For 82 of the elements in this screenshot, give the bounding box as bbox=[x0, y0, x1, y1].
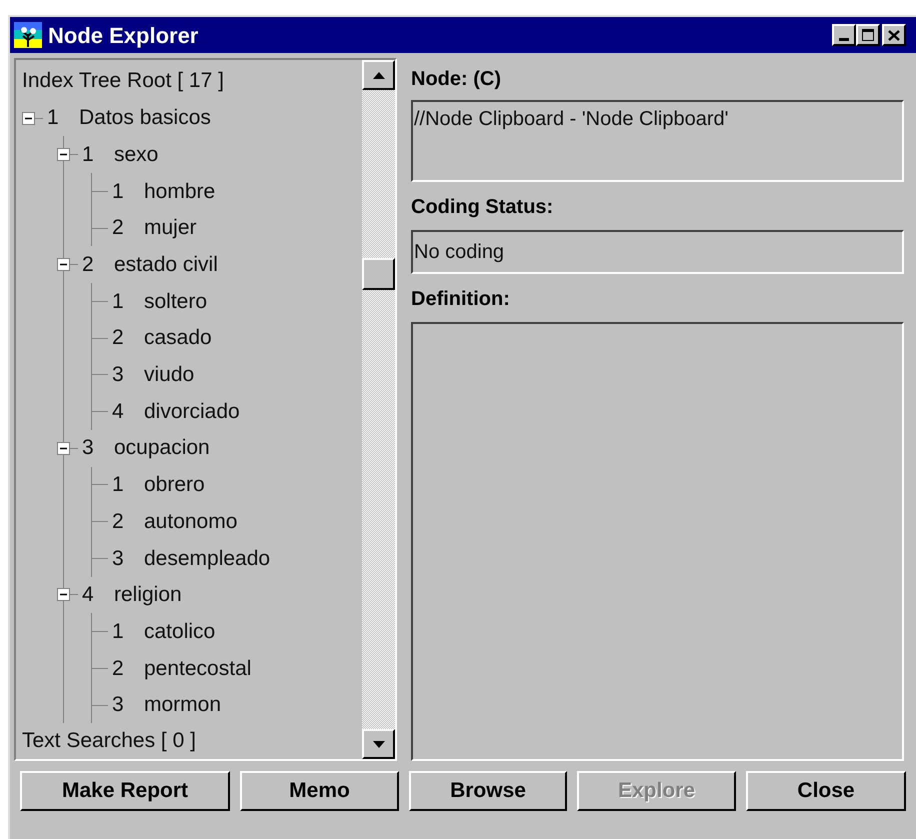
item-number: 3 bbox=[82, 435, 95, 462]
item-label: pentecostal bbox=[144, 656, 252, 682]
item-label: ocupacion bbox=[114, 435, 210, 462]
item-number: 2 bbox=[112, 656, 125, 682]
scroll-thumb[interactable] bbox=[362, 258, 395, 290]
item-label: estado civil bbox=[114, 252, 218, 278]
tree-item[interactable]: 1 soltero bbox=[92, 283, 362, 320]
item-label: obrero bbox=[144, 472, 205, 498]
tree-item[interactable]: 1 sexo bbox=[57, 136, 362, 174]
item-label: mormon bbox=[144, 692, 222, 718]
item-label: desempleado bbox=[144, 546, 270, 572]
action-button[interactable]: Close bbox=[746, 771, 906, 811]
collapse-toggle-icon[interactable] bbox=[22, 112, 35, 125]
minimize-button[interactable] bbox=[832, 24, 856, 46]
tree-item[interactable]: 3 ocupacion bbox=[57, 430, 362, 467]
item-number: 2 bbox=[112, 215, 125, 242]
item-label: divorciado bbox=[144, 398, 240, 425]
item-number: 1 bbox=[112, 178, 125, 205]
tree-item[interactable]: 3 desempleado bbox=[92, 540, 362, 577]
tree-item[interactable]: 2 autonomo bbox=[92, 503, 362, 540]
tree-item[interactable]: 1 Datos basicos bbox=[22, 100, 362, 136]
definition-field[interactable] bbox=[411, 322, 904, 761]
item-label: autonomo bbox=[144, 508, 238, 535]
window-title: Node Explorer bbox=[48, 22, 198, 50]
item-label: hombre bbox=[144, 178, 216, 205]
item-number: 1 bbox=[112, 288, 125, 315]
scrollbar[interactable] bbox=[362, 60, 395, 759]
item-number: 2 bbox=[112, 325, 125, 352]
item-label: soltero bbox=[144, 288, 208, 315]
tree-item[interactable]: 2 mujer bbox=[92, 210, 362, 246]
item-number: 4 bbox=[112, 398, 125, 425]
maximize-icon bbox=[862, 29, 874, 41]
tree-item[interactable]: 2 estado civil bbox=[57, 246, 362, 284]
close-window-button[interactable] bbox=[882, 24, 906, 46]
tree-item[interactable]: 4 religion bbox=[57, 576, 362, 614]
item-label: religion bbox=[114, 582, 182, 608]
item-number: 1 bbox=[112, 472, 125, 498]
tree-icon bbox=[14, 22, 42, 48]
item-number: 1 bbox=[112, 618, 125, 645]
node-label: Node: (C) bbox=[411, 67, 502, 92]
item-label: viudo bbox=[144, 362, 194, 388]
scroll-down-button[interactable] bbox=[362, 729, 395, 759]
node-field[interactable]: //Node Clipboard - 'Node Clipboard' bbox=[411, 100, 904, 182]
tree-root-label: Index Tree Root [ 17 ] bbox=[22, 68, 225, 94]
scroll-up-button[interactable] bbox=[362, 60, 395, 90]
action-button[interactable]: Browse bbox=[409, 771, 567, 811]
tree-item[interactable]: 4 divorciado bbox=[92, 393, 362, 430]
up-arrow-icon bbox=[372, 72, 384, 78]
collapse-toggle-icon[interactable] bbox=[57, 442, 70, 455]
item-label: sexo bbox=[114, 142, 158, 168]
definition-label: Definition: bbox=[411, 287, 511, 312]
item-number: 3 bbox=[112, 546, 125, 572]
item-number: 1 bbox=[47, 105, 60, 132]
tree-item[interactable]: 1 obrero bbox=[92, 466, 362, 504]
tree-item[interactable]: 3 viudo bbox=[92, 356, 362, 394]
tree-item[interactable]: 1 hombre bbox=[92, 173, 362, 210]
coding-status-label: Coding Status: bbox=[411, 195, 554, 220]
close-icon bbox=[888, 30, 900, 40]
collapse-toggle-icon[interactable] bbox=[57, 148, 70, 162]
item-number: 2 bbox=[112, 508, 125, 535]
coding-status-field[interactable]: No coding bbox=[411, 230, 904, 274]
item-number: 1 bbox=[82, 142, 95, 168]
item-number: 3 bbox=[112, 362, 125, 388]
item-label: Datos basicos bbox=[79, 105, 211, 132]
down-arrow-icon bbox=[372, 740, 384, 748]
item-number: 2 bbox=[82, 252, 95, 278]
tree-item[interactable]: 2 casado bbox=[92, 320, 362, 356]
action-button[interactable]: Memo bbox=[240, 771, 399, 811]
item-label: casado bbox=[144, 325, 212, 352]
item-label: catolico bbox=[144, 618, 216, 645]
item-number: 4 bbox=[82, 582, 95, 608]
action-button[interactable]: Make Report bbox=[20, 771, 230, 811]
text-searches-label: Text Searches [ 0 ] bbox=[22, 728, 197, 754]
maximize-button[interactable] bbox=[856, 24, 880, 46]
collapse-toggle-icon[interactable] bbox=[57, 258, 70, 272]
tree-item[interactable]: 2 pentecostal bbox=[92, 650, 362, 687]
tree-item[interactable]: 1 catolico bbox=[92, 613, 362, 650]
minimize-icon bbox=[839, 38, 849, 41]
collapse-toggle-icon[interactable] bbox=[57, 588, 70, 602]
tree-item[interactable]: 3 mormon bbox=[92, 686, 362, 724]
item-label: mujer bbox=[144, 215, 197, 242]
item-number: 3 bbox=[112, 692, 125, 718]
